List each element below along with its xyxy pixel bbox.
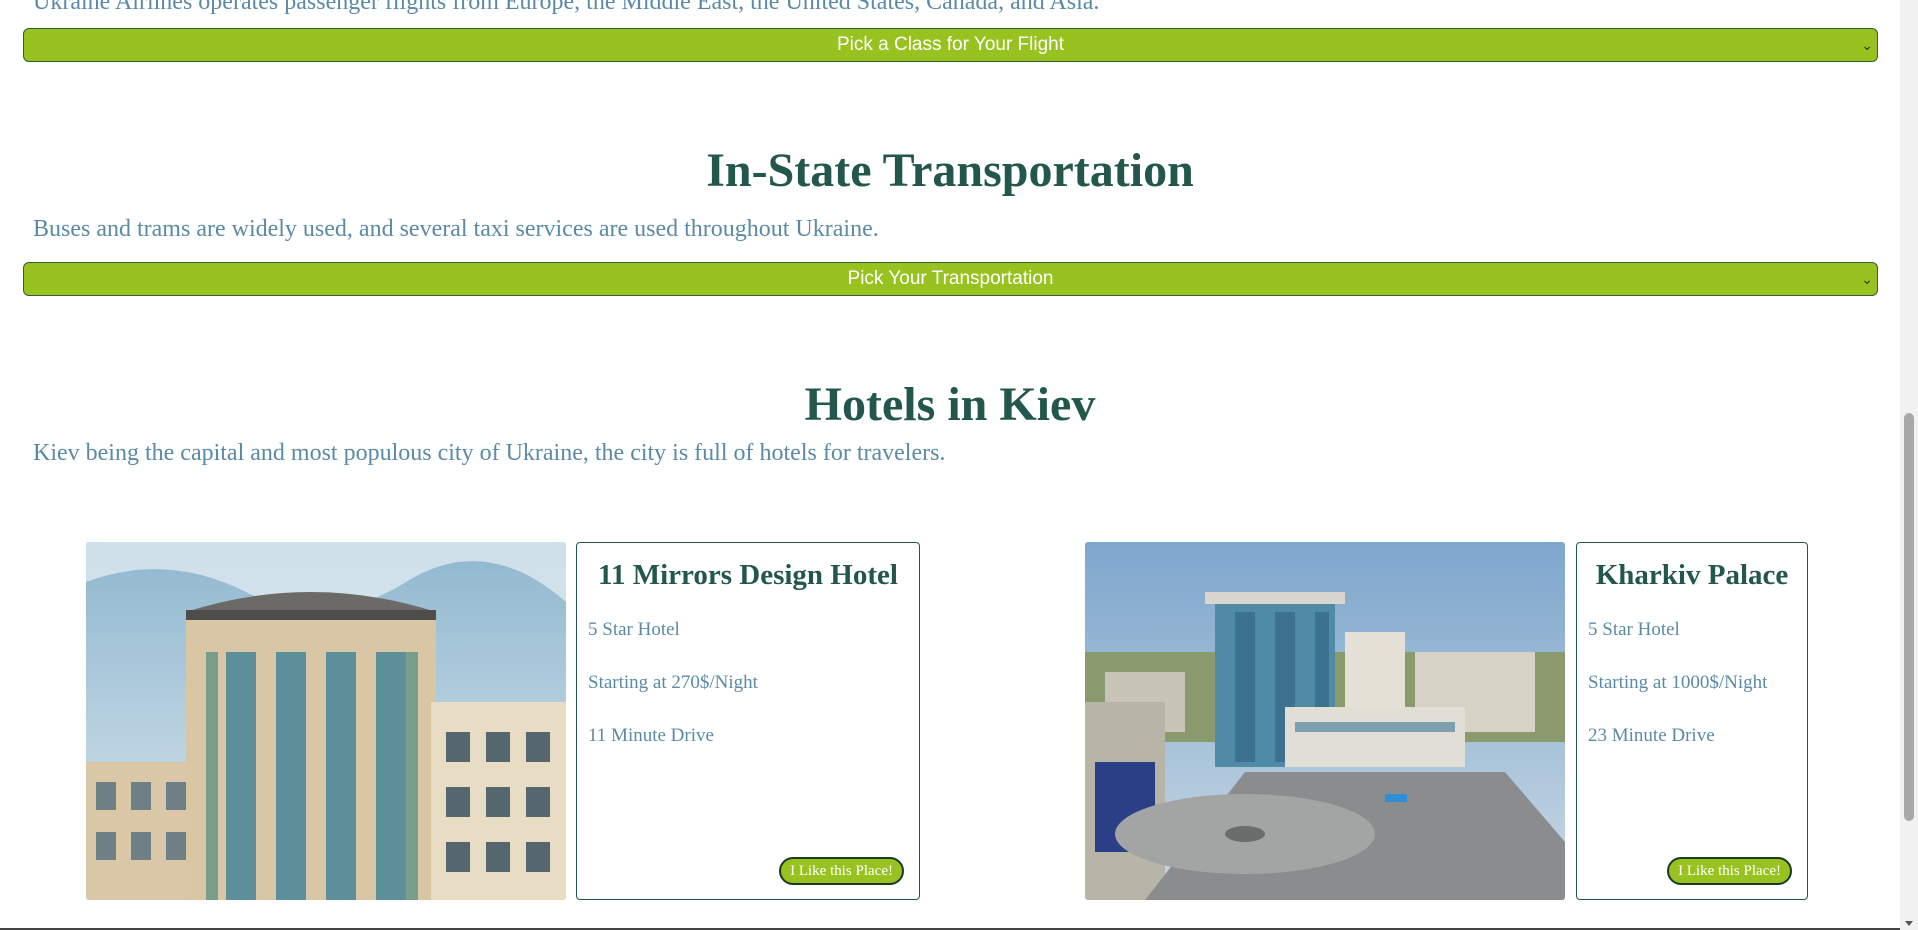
page: Ukraine Airlines operates passenger flig… <box>0 0 1900 930</box>
hotel-price: Starting at 1000$/Night <box>1588 672 1768 693</box>
scrollbar-thumb[interactable] <box>1904 413 1914 821</box>
hotel-name: Kharkiv Palace <box>1595 559 1789 591</box>
hotel-rating: 5 Star Hotel <box>588 619 680 640</box>
chevron-down-icon: ⌄ <box>1861 37 1873 53</box>
hotel-rating: 5 Star Hotel <box>1588 619 1680 640</box>
flight-class-select[interactable]: Pick a Class for Your Flight ⌄ <box>23 28 1878 62</box>
hotel-drive-time: 23 Minute Drive <box>1588 725 1715 746</box>
like-place-button[interactable]: I Like this Place! <box>1667 857 1792 885</box>
transport-title: In-State Transportation <box>706 144 1194 197</box>
vertical-scrollbar[interactable] <box>1900 0 1918 930</box>
transport-description: Buses and trams are widely used, and sev… <box>33 216 879 242</box>
scroll-down-arrow-icon[interactable] <box>1905 921 1913 926</box>
hotel-card: 11 Mirrors Design Hotel 5 Star Hotel Sta… <box>576 542 920 900</box>
hotel-photo-11-mirrors <box>86 542 566 900</box>
transportation-select-value: Pick Your Transportation <box>847 268 1054 289</box>
transportation-select[interactable]: Pick Your Transportation ⌄ <box>23 262 1878 296</box>
chevron-down-icon: ⌄ <box>1861 271 1873 287</box>
hotel-card: Kharkiv Palace 5 Star Hotel Starting at … <box>1576 542 1808 900</box>
hotel-price: Starting at 270$/Night <box>588 672 758 693</box>
like-place-button[interactable]: I Like this Place! <box>779 857 904 885</box>
hotel-name: 11 Mirrors Design Hotel <box>598 559 898 591</box>
flights-description: Ukraine Airlines operates passenger flig… <box>33 0 1100 15</box>
hotel-drive-time: 11 Minute Drive <box>588 725 714 746</box>
hotels-description: Kiev being the capital and most populous… <box>33 440 946 466</box>
hotel-photo-kharkiv-palace <box>1085 542 1565 900</box>
flight-class-select-value: Pick a Class for Your Flight <box>836 34 1065 55</box>
hotels-title: Hotels in Kiev <box>804 378 1096 431</box>
